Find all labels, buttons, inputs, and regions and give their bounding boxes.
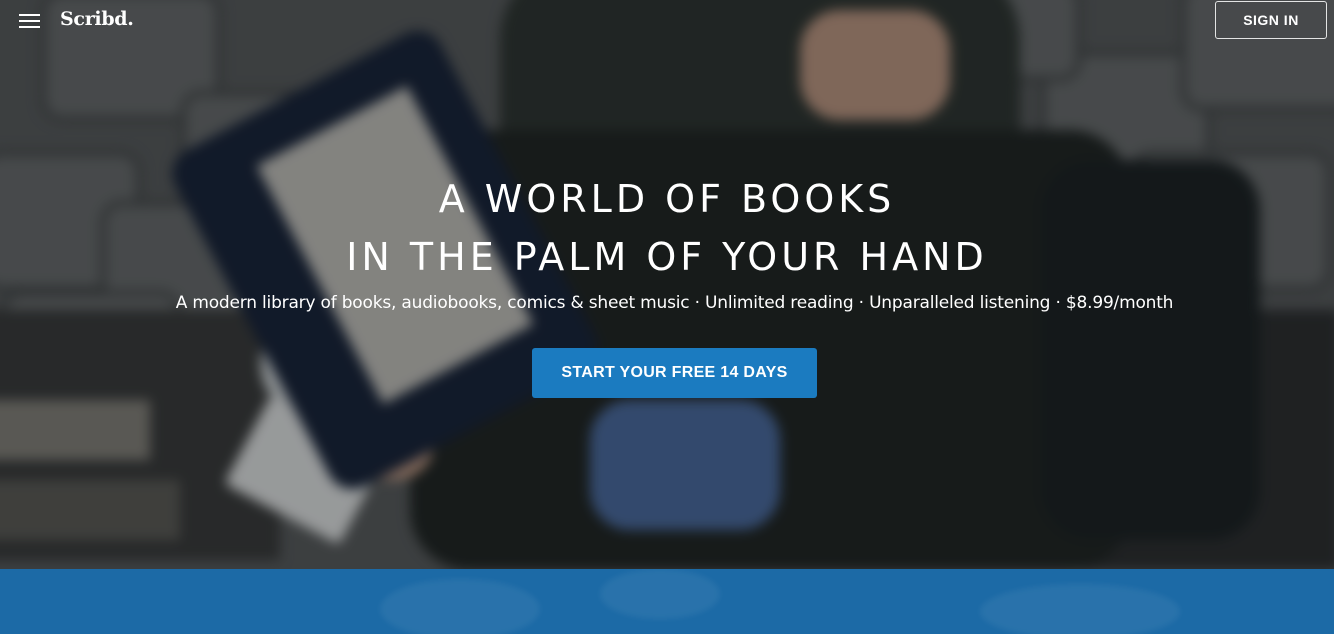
hero-headline: A WORLD OF BOOKS IN THE PALM OF YOUR HAN…: [0, 170, 1334, 286]
hero-headline-line-1: A WORLD OF BOOKS: [438, 177, 896, 221]
sign-in-button[interactable]: SIGN IN: [1215, 1, 1327, 39]
start-free-trial-button[interactable]: START YOUR FREE 14 DAYS: [532, 348, 817, 398]
landing-page: Scribd. SIGN IN A WORLD OF BOOKS IN THE …: [0, 0, 1334, 634]
blue-section-band: [0, 569, 1334, 634]
hero-headline-line-2: IN THE PALM OF YOUR HAND: [346, 235, 988, 279]
hero-tagline: A modern library of books, audiobooks, c…: [175, 293, 1174, 313]
hamburger-menu-icon[interactable]: [19, 14, 41, 30]
scribd-logo[interactable]: Scribd.: [60, 8, 134, 30]
